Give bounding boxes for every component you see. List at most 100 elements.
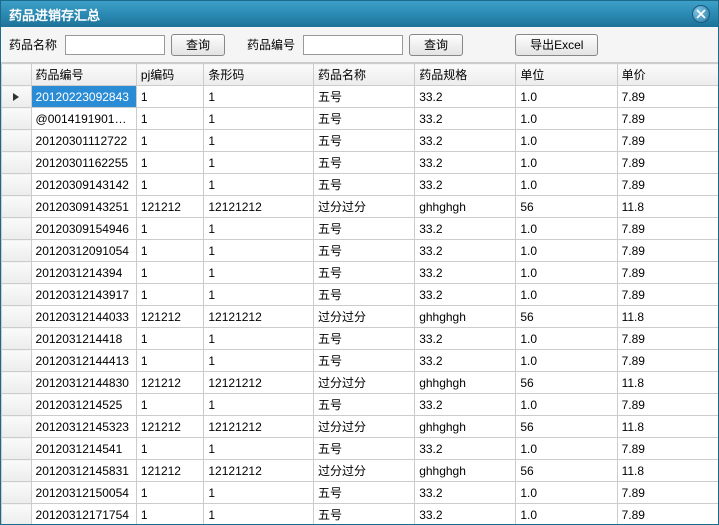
cell-barcode[interactable]: 1: [204, 174, 314, 196]
cell-pj[interactable]: 1: [136, 482, 203, 504]
col-header-barcode[interactable]: 条形码: [204, 64, 314, 86]
table-row[interactable]: 2012031214403312121212121212过分过分ghhghgh5…: [2, 306, 719, 328]
cell-price[interactable]: 7.89: [617, 240, 718, 262]
row-header[interactable]: [2, 328, 32, 350]
cell-barcode[interactable]: 12121212: [204, 460, 314, 482]
cell-pj[interactable]: 1: [136, 350, 203, 372]
cell-barcode[interactable]: 1: [204, 482, 314, 504]
cell-price[interactable]: 11.8: [617, 372, 718, 394]
table-row[interactable]: 2012030915494611五号33.21.07.890: [2, 218, 719, 240]
cell-spec[interactable]: ghhghgh: [415, 460, 516, 482]
cell-barcode[interactable]: 1: [204, 152, 314, 174]
cell-price[interactable]: 7.89: [617, 482, 718, 504]
row-header[interactable]: [2, 86, 32, 108]
cell-spec[interactable]: ghhghgh: [415, 196, 516, 218]
cell-spec[interactable]: 33.2: [415, 218, 516, 240]
close-button[interactable]: [692, 5, 710, 23]
name-input[interactable]: [65, 35, 165, 55]
cell-spec[interactable]: 33.2: [415, 394, 516, 416]
cell-spec[interactable]: 33.2: [415, 284, 516, 306]
row-header[interactable]: [2, 350, 32, 372]
row-header[interactable]: [2, 240, 32, 262]
col-header-spec[interactable]: 药品规格: [415, 64, 516, 86]
cell-spec[interactable]: 33.2: [415, 350, 516, 372]
cell-id[interactable]: 2012031214525: [31, 394, 136, 416]
cell-name[interactable]: 过分过分: [314, 372, 415, 394]
cell-barcode[interactable]: 12121212: [204, 416, 314, 438]
cell-unit[interactable]: 56: [516, 196, 617, 218]
cell-unit[interactable]: 1.0: [516, 394, 617, 416]
cell-id[interactable]: 2012031214394: [31, 262, 136, 284]
cell-unit[interactable]: 56: [516, 460, 617, 482]
cell-name[interactable]: 五号: [314, 240, 415, 262]
cell-id[interactable]: 20120309154946: [31, 218, 136, 240]
cell-pj[interactable]: 1: [136, 108, 203, 130]
cell-name[interactable]: 五号: [314, 438, 415, 460]
cell-unit[interactable]: 1.0: [516, 438, 617, 460]
cell-spec[interactable]: 33.2: [415, 152, 516, 174]
cell-id[interactable]: 20120312144033: [31, 306, 136, 328]
cell-id[interactable]: 20120309143142: [31, 174, 136, 196]
row-header[interactable]: [2, 218, 32, 240]
cell-spec[interactable]: ghhghgh: [415, 416, 516, 438]
table-row[interactable]: 2012031214583112121212121212过分过分ghhghgh5…: [2, 460, 719, 482]
cell-name[interactable]: 过分过分: [314, 460, 415, 482]
table-row[interactable]: 201203121439411五号33.21.07.890: [2, 262, 719, 284]
cell-price[interactable]: 7.89: [617, 284, 718, 306]
cell-pj[interactable]: 121212: [136, 416, 203, 438]
table-row[interactable]: 201203121454111五号33.21.07.890: [2, 438, 719, 460]
cell-spec[interactable]: 33.2: [415, 482, 516, 504]
cell-pj[interactable]: 1: [136, 262, 203, 284]
code-input[interactable]: [303, 35, 403, 55]
col-header-unit[interactable]: 单位: [516, 64, 617, 86]
table-row[interactable]: 2012030116225511五号33.21.07.890: [2, 152, 719, 174]
row-header[interactable]: [2, 130, 32, 152]
cell-barcode[interactable]: 12121212: [204, 372, 314, 394]
cell-id[interactable]: 20120312143917: [31, 284, 136, 306]
cell-price[interactable]: 11.8: [617, 416, 718, 438]
cell-unit[interactable]: 1.0: [516, 284, 617, 306]
cell-id[interactable]: 2012031214541: [31, 438, 136, 460]
cell-id[interactable]: 2012031214418: [31, 328, 136, 350]
cell-pj[interactable]: 1: [136, 218, 203, 240]
cell-barcode[interactable]: 1: [204, 350, 314, 372]
cell-price[interactable]: 11.8: [617, 196, 718, 218]
cell-name[interactable]: 五号: [314, 174, 415, 196]
cell-price[interactable]: 11.8: [617, 460, 718, 482]
row-header[interactable]: [2, 372, 32, 394]
cell-barcode[interactable]: 1: [204, 328, 314, 350]
cell-pj[interactable]: 1: [136, 394, 203, 416]
cell-pj[interactable]: 121212: [136, 196, 203, 218]
cell-spec[interactable]: 33.2: [415, 174, 516, 196]
cell-id[interactable]: 20120309143251: [31, 196, 136, 218]
cell-pj[interactable]: 1: [136, 130, 203, 152]
row-header[interactable]: [2, 482, 32, 504]
table-row[interactable]: 2012031214483012121212121212过分过分ghhghgh5…: [2, 372, 719, 394]
cell-spec[interactable]: 33.2: [415, 438, 516, 460]
table-row[interactable]: 2012031214391711五号33.21.07.890: [2, 284, 719, 306]
cell-pj[interactable]: 1: [136, 86, 203, 108]
table-row[interactable]: @0014191901O...11五号33.21.07.890: [2, 108, 719, 130]
row-header[interactable]: [2, 174, 32, 196]
cell-price[interactable]: 7.89: [617, 218, 718, 240]
cell-spec[interactable]: ghhghgh: [415, 372, 516, 394]
cell-spec[interactable]: 33.2: [415, 240, 516, 262]
cell-spec[interactable]: 33.2: [415, 504, 516, 525]
cell-name[interactable]: 五号: [314, 152, 415, 174]
cell-pj[interactable]: 1: [136, 174, 203, 196]
cell-spec[interactable]: ghhghgh: [415, 306, 516, 328]
cell-barcode[interactable]: 1: [204, 86, 314, 108]
query-code-button[interactable]: 查询: [409, 34, 463, 56]
cell-price[interactable]: 7.89: [617, 86, 718, 108]
cell-unit[interactable]: 1.0: [516, 218, 617, 240]
cell-id[interactable]: 20120312144830: [31, 372, 136, 394]
cell-name[interactable]: 过分过分: [314, 306, 415, 328]
cell-unit[interactable]: 1.0: [516, 262, 617, 284]
data-grid-scroll[interactable]: 药品编号 pj编码 条形码 药品名称 药品规格 单位 单价 总 20120223…: [1, 63, 718, 524]
row-header[interactable]: [2, 108, 32, 130]
cell-barcode[interactable]: 1: [204, 218, 314, 240]
cell-name[interactable]: 五号: [314, 350, 415, 372]
cell-name[interactable]: 五号: [314, 218, 415, 240]
cell-barcode[interactable]: 1: [204, 240, 314, 262]
cell-spec[interactable]: 33.2: [415, 108, 516, 130]
